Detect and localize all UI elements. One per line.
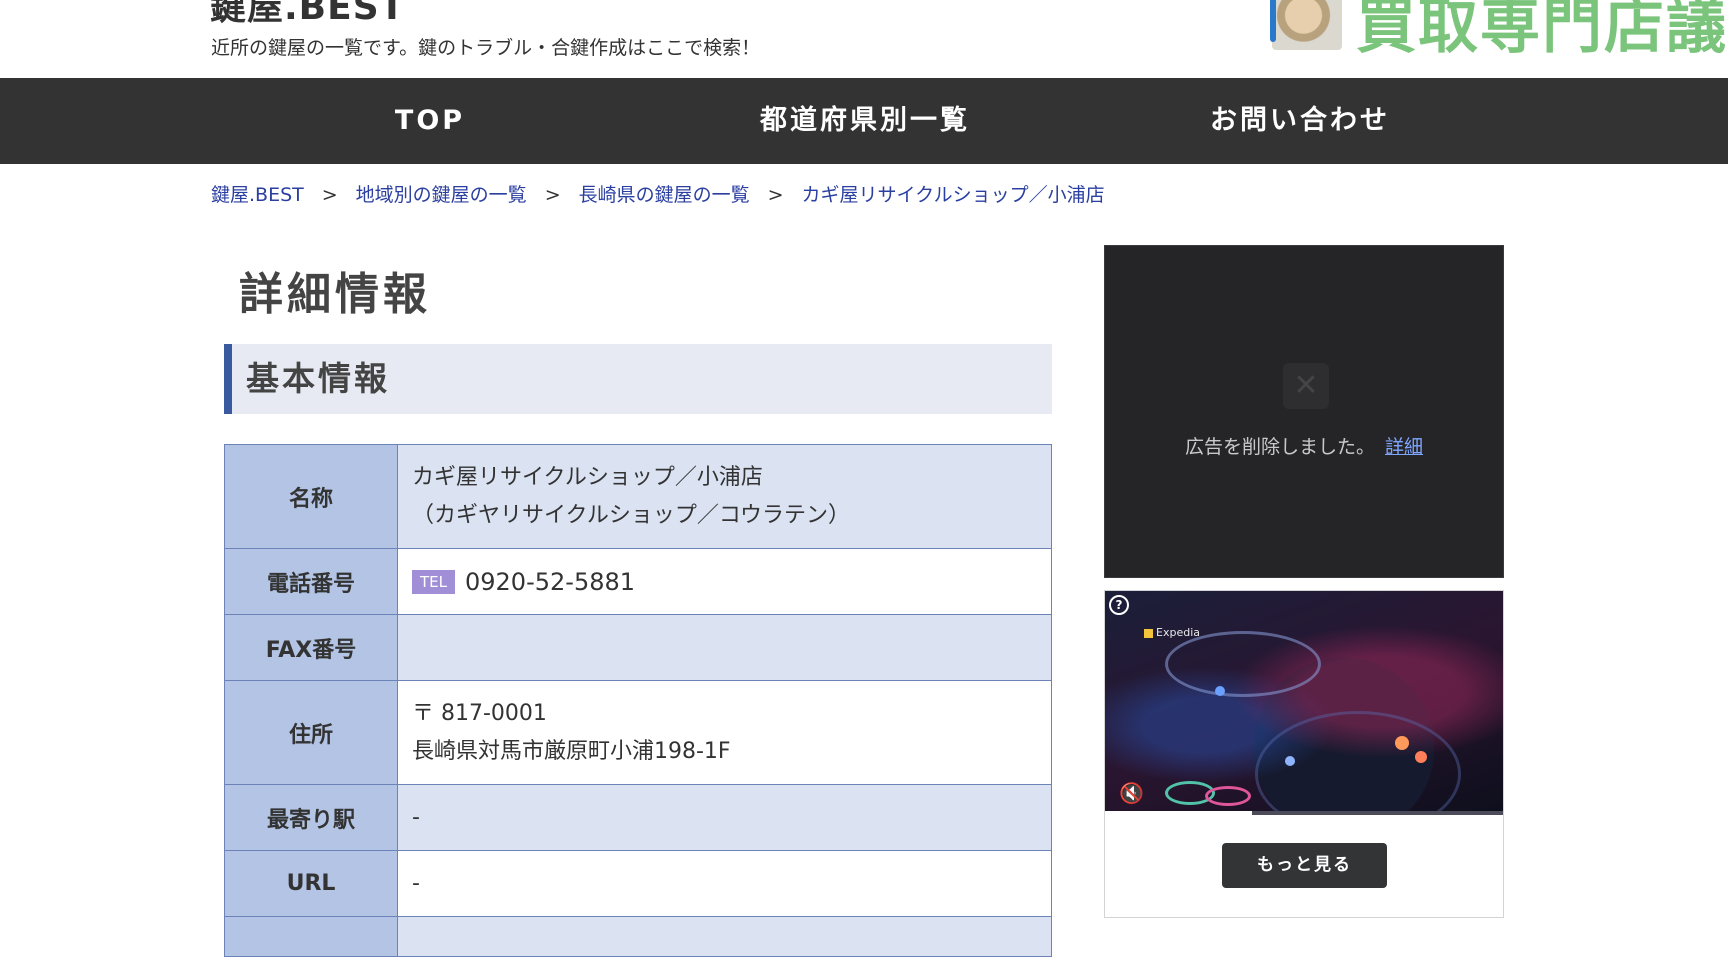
table-row-phone: 電話番号 TEL 0920-52-5881 bbox=[224, 548, 1052, 615]
ad-removed-text: 広告を削除しました。 bbox=[1184, 436, 1375, 458]
light-ring bbox=[1205, 786, 1251, 806]
table-row-address: 住所 〒 817-0001 長崎県対馬市厳原町小浦198-1F bbox=[224, 680, 1052, 785]
video-ad-player[interactable]: ? Expedia 🔇 bbox=[1105, 591, 1503, 815]
ad-brand-text: Expedia bbox=[1156, 626, 1200, 639]
ad-placeholder-icon: ✕ bbox=[1283, 363, 1329, 409]
row-label-partial bbox=[224, 916, 398, 957]
row-label-address: 住所 bbox=[224, 680, 398, 785]
site-header: 鍵屋.BEST 近所の鍵屋の一覧です。鍵のトラブル・合鍵作成はここで検索！ 買取… bbox=[0, 0, 1728, 78]
see-more-button[interactable]: もっと見る bbox=[1222, 843, 1387, 888]
banner-text: 買取専門店議 bbox=[1356, 0, 1728, 62]
ad-info-icon[interactable]: ? bbox=[1109, 595, 1129, 615]
row-label-station: 最寄り駅 bbox=[224, 784, 398, 851]
breadcrumb-current[interactable]: カギ屋リサイクルショップ／小浦店 bbox=[802, 184, 1105, 206]
nav-item-top[interactable]: TOP bbox=[330, 78, 530, 164]
row-value-name: カギ屋リサイクルショップ／小浦店 （カギヤリサイクルショップ／コウラテン） bbox=[397, 444, 1052, 549]
table-row-url: URL - bbox=[224, 850, 1052, 917]
light-dot bbox=[1395, 736, 1409, 750]
info-table: 名称 カギ屋リサイクルショップ／小浦店 （カギヤリサイクルショップ／コウラテン）… bbox=[224, 444, 1052, 957]
row-value-phone: TEL 0920-52-5881 bbox=[397, 548, 1052, 615]
banner-person-image bbox=[1270, 0, 1342, 50]
row-value-address: 〒 817-0001 長崎県対馬市厳原町小浦198-1F bbox=[397, 680, 1052, 785]
ad-details-link[interactable]: 詳細 bbox=[1385, 436, 1423, 458]
video-progress-fill bbox=[1105, 811, 1253, 815]
row-label-url: URL bbox=[224, 850, 398, 917]
nav-item-contact[interactable]: お問い合わせ bbox=[1180, 78, 1420, 164]
video-ad: ? Expedia 🔇 もっと見る bbox=[1104, 590, 1504, 918]
dj-deck-ring bbox=[1165, 631, 1321, 697]
ad-brand-label: Expedia bbox=[1144, 626, 1200, 639]
table-row-name: 名称 カギ屋リサイクルショップ／小浦店 （カギヤリサイクルショップ／コウラテン） bbox=[224, 444, 1052, 549]
video-progress-bar[interactable] bbox=[1105, 811, 1503, 815]
shop-name: カギ屋リサイクルショップ／小浦店 bbox=[412, 464, 763, 490]
table-row-fax: FAX番号 bbox=[224, 614, 1052, 681]
light-dot bbox=[1285, 756, 1295, 766]
breadcrumb-separator: > bbox=[544, 184, 561, 206]
ad-removed-message: 広告を削除しました。 詳細 bbox=[1105, 432, 1503, 459]
main-navbar: TOP 都道府県別一覧 お問い合わせ bbox=[0, 78, 1728, 164]
row-value-url: - bbox=[397, 850, 1052, 917]
row-label-phone: 電話番号 bbox=[224, 548, 398, 615]
breadcrumb-separator: > bbox=[767, 184, 784, 206]
expedia-logo-icon bbox=[1144, 628, 1153, 638]
row-label-fax: FAX番号 bbox=[224, 614, 398, 681]
mute-icon[interactable]: 🔇 bbox=[1119, 781, 1144, 805]
breadcrumb-regions[interactable]: 地域別の鍵屋の一覧 bbox=[356, 184, 527, 206]
table-row-partial bbox=[224, 916, 1052, 957]
site-tagline: 近所の鍵屋の一覧です。鍵のトラブル・合鍵作成はここで検索！ bbox=[211, 37, 761, 59]
row-value-station: - bbox=[397, 784, 1052, 851]
light-dot bbox=[1215, 686, 1225, 696]
shop-name-reading: （カギヤリサイクルショップ／コウラテン） bbox=[412, 502, 851, 528]
removed-ad-panel: ✕ 広告を削除しました。 詳細 bbox=[1104, 245, 1504, 578]
row-label-name: 名称 bbox=[224, 444, 398, 549]
tel-badge: TEL bbox=[412, 569, 455, 594]
section-title: 基本情報 bbox=[224, 344, 1052, 414]
page-title: 詳細情報 bbox=[239, 269, 431, 320]
address-text: 長崎県対馬市厳原町小浦198-1F bbox=[412, 738, 731, 764]
nav-item-prefectures[interactable]: 都道府県別一覧 bbox=[740, 78, 990, 164]
row-value-fax bbox=[397, 614, 1052, 681]
row-value-partial bbox=[397, 916, 1052, 957]
light-dot bbox=[1415, 751, 1427, 763]
phone-number[interactable]: 0920-52-5881 bbox=[465, 568, 635, 596]
header-banner-ad[interactable]: 買取専門店議 bbox=[1266, 0, 1728, 62]
postal-code: 〒 817-0001 bbox=[412, 700, 547, 726]
site-title[interactable]: 鍵屋.BEST bbox=[210, 0, 405, 30]
breadcrumb: 鍵屋.BEST > 地域別の鍵屋の一覧 > 長崎県の鍵屋の一覧 > カギ屋リサイクルショップ… bbox=[211, 180, 1105, 207]
breadcrumb-separator: > bbox=[321, 184, 338, 206]
breadcrumb-home[interactable]: 鍵屋.BEST bbox=[211, 184, 304, 206]
breadcrumb-nagasaki[interactable]: 長崎県の鍵屋の一覧 bbox=[579, 184, 750, 206]
table-row-station: 最寄り駅 - bbox=[224, 784, 1052, 851]
